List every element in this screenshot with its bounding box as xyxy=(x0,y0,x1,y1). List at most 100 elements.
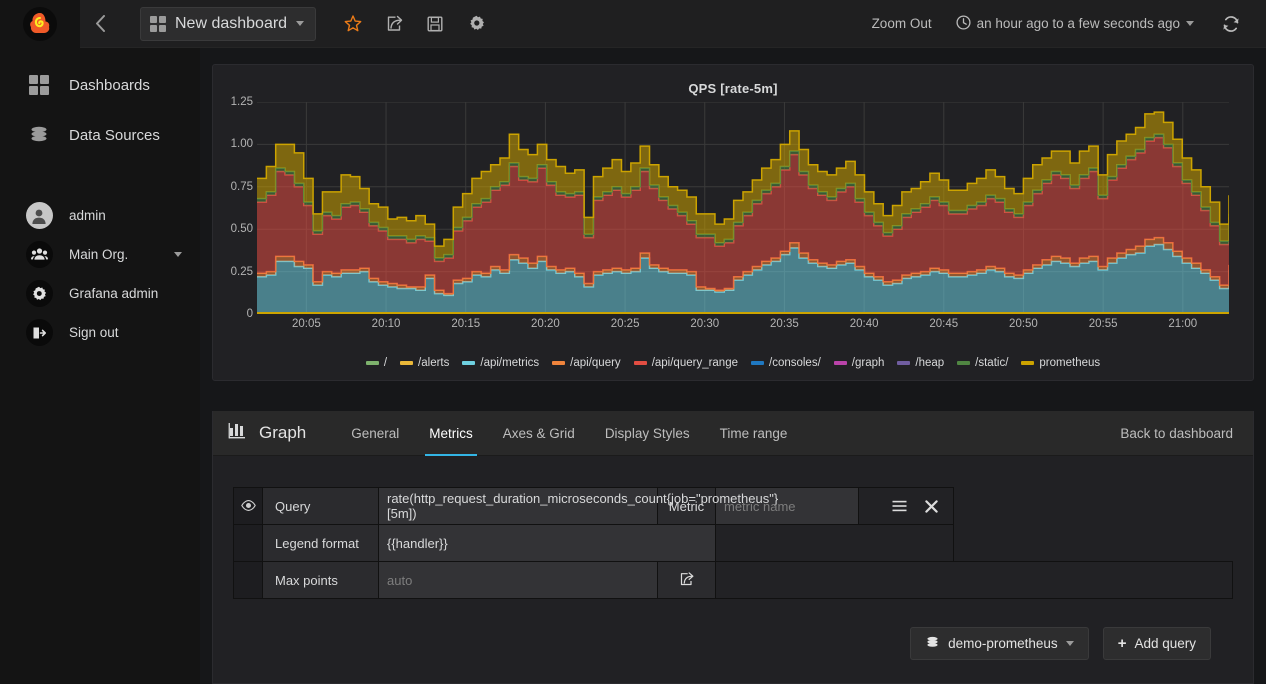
chevron-down-icon xyxy=(296,21,305,26)
bar-chart-icon xyxy=(228,421,248,445)
sidebar-collapse-button[interactable] xyxy=(80,0,120,48)
graph-panel: QPS [rate-5m] 0 0.25 0.50 0.75 1.00 1.25 20:0… xyxy=(212,64,1254,381)
external-link-icon[interactable] xyxy=(657,561,716,599)
legend-item[interactable]: / xyxy=(365,357,387,369)
legend-item[interactable]: /alerts xyxy=(400,357,449,369)
legend-label: /consoles/ xyxy=(769,357,821,369)
sidebar-item-label: Sign out xyxy=(69,325,119,340)
query-label: Query xyxy=(262,487,379,525)
legend-item[interactable]: /consoles/ xyxy=(751,357,821,369)
share-icon[interactable] xyxy=(385,14,403,34)
legend-label: /static/ xyxy=(975,357,1009,369)
hamburger-icon[interactable] xyxy=(885,496,913,516)
query-row: Query rate(http_request_duration_microse… xyxy=(233,487,1233,525)
y-axis-tick: 0.25 xyxy=(230,265,253,278)
legend-item[interactable]: /heap xyxy=(897,357,944,369)
sidebar-item-grafana-admin[interactable]: Grafana admin xyxy=(0,274,200,313)
sidebar-item-organization[interactable]: Main Org. xyxy=(0,235,200,274)
query-input[interactable]: rate(http_request_duration_microseconds_… xyxy=(378,487,778,525)
user-avatar-icon xyxy=(25,202,53,229)
legend-color-swatch xyxy=(552,361,566,365)
tab-metrics[interactable]: Metrics xyxy=(414,411,488,456)
database-icon xyxy=(925,635,940,653)
top-navbar: New dashboard Zoom Out an hour ago to a … xyxy=(0,0,1266,48)
tab-general[interactable]: General xyxy=(336,411,414,456)
gear-icon xyxy=(25,280,53,307)
sidebar-divider xyxy=(0,160,200,196)
save-icon[interactable] xyxy=(426,14,444,34)
plus-icon: + xyxy=(1117,635,1127,652)
x-axis-tick: 20:45 xyxy=(929,318,959,330)
time-range-picker[interactable]: an hour ago to a few seconds ago xyxy=(946,14,1204,33)
gear-icon[interactable] xyxy=(467,14,485,34)
x-axis-tick: 20:35 xyxy=(770,318,799,330)
editor-brand-label: Graph xyxy=(259,423,307,442)
chevron-down-icon xyxy=(1065,641,1074,646)
stacked-area-chart xyxy=(257,101,1230,314)
legend-color-swatch xyxy=(633,361,647,365)
sidebar-item-dashboards[interactable]: Dashboards xyxy=(0,60,200,110)
tab-time-range[interactable]: Time range xyxy=(705,411,803,456)
chevron-down-icon xyxy=(1186,21,1194,26)
max-points-row-spacer xyxy=(233,561,263,599)
x-axis-tick: 21:00 xyxy=(1168,318,1198,330)
time-range-label: an hour ago to a few seconds ago xyxy=(976,16,1180,31)
y-axis-tick: 1.25 xyxy=(230,96,253,108)
sidebar-item-data-sources[interactable]: Data Sources xyxy=(0,110,200,160)
zoom-out-button[interactable]: Zoom Out xyxy=(858,16,946,31)
panel-title[interactable]: QPS [rate-5m] xyxy=(213,65,1253,96)
legend-color-swatch xyxy=(1021,361,1035,365)
star-icon[interactable] xyxy=(344,14,362,34)
y-axis-tick: 1.00 xyxy=(230,138,253,151)
sidebar-item-sign-out[interactable]: Sign out xyxy=(0,313,200,352)
sidebar: Dashboards Data Sources admin Main Org. xyxy=(0,48,200,684)
tab-axes-grid[interactable]: Axes & Grid xyxy=(488,411,590,456)
editor-footer: demo-prometheus + Add query xyxy=(233,599,1233,660)
datasource-picker[interactable]: demo-prometheus xyxy=(910,627,1089,660)
legend-item[interactable]: /api/query xyxy=(552,357,621,369)
editor-brand: Graph xyxy=(228,421,306,445)
close-icon[interactable] xyxy=(917,496,945,516)
max-points-label: Max points xyxy=(262,561,379,599)
users-icon xyxy=(25,241,53,268)
navbar-actions xyxy=(344,14,485,34)
legend-row-filler xyxy=(715,524,954,562)
sidebar-item-admin-user[interactable]: admin xyxy=(0,196,200,235)
legend-item[interactable]: prometheus xyxy=(1021,357,1100,369)
dashboard-picker[interactable]: New dashboard xyxy=(140,6,317,41)
refresh-icon[interactable] xyxy=(1204,15,1252,33)
max-points-row-filler xyxy=(715,561,1233,599)
legend-color-swatch xyxy=(751,361,764,365)
legend-item[interactable]: /api/metrics xyxy=(462,357,539,369)
x-axis-tick: 20:30 xyxy=(690,318,720,330)
sidebar-item-label: Dashboards xyxy=(69,76,150,94)
sidebar-item-label: Main Org. xyxy=(69,247,129,262)
legend-item[interactable]: /graph xyxy=(833,357,884,369)
legend-item[interactable]: /api/query_range xyxy=(633,357,738,369)
add-query-label: Add query xyxy=(1134,636,1196,651)
grid-icon xyxy=(150,15,166,32)
panel-editor: Graph General Metrics Axes & Grid Displa… xyxy=(212,411,1254,684)
back-to-dashboard-link[interactable]: Back to dashboard xyxy=(1120,426,1233,441)
max-points-row: Max points auto xyxy=(233,561,1233,599)
navbar-right: Zoom Out an hour ago to a few seconds ag… xyxy=(858,14,1266,33)
max-points-input[interactable]: auto xyxy=(378,561,658,599)
plot-area[interactable] xyxy=(257,101,1230,314)
tab-display-styles[interactable]: Display Styles xyxy=(590,411,705,456)
add-query-button[interactable]: + Add query xyxy=(1102,627,1211,660)
legend-format-input[interactable]: {{handler}} xyxy=(378,524,716,562)
toggle-query-visibility-button[interactable] xyxy=(233,487,263,525)
legend-label: /api/metrics xyxy=(480,357,540,369)
legend-item[interactable]: /static/ xyxy=(957,357,1008,369)
x-axis-labels: 20:05 20:10 20:15 20:20 20:25 20:30 20:35 20:40… xyxy=(257,318,1229,338)
x-axis-tick: 20:05 xyxy=(292,318,321,330)
grafana-logo-icon[interactable] xyxy=(23,6,57,41)
legend-label: /api/query xyxy=(570,357,621,369)
x-axis-tick: 20:55 xyxy=(1088,318,1118,330)
legend-color-swatch xyxy=(897,361,911,365)
logo-container[interactable] xyxy=(0,0,80,48)
max-points-placeholder: auto xyxy=(387,572,413,588)
chart-area[interactable]: 0 0.25 0.50 0.75 1.00 1.25 20:05 20:10 20:15 20:… xyxy=(213,96,1253,350)
editor-body: Query rate(http_request_duration_microse… xyxy=(213,456,1253,660)
editor-tab-bar: Graph General Metrics Axes & Grid Displa… xyxy=(213,411,1253,456)
